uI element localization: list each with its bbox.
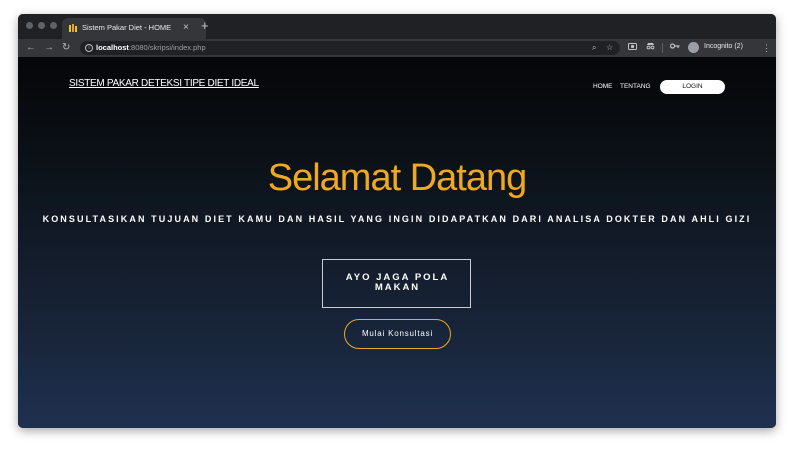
hero-title: Selamat Datang [267, 157, 528, 199]
browser-toolbar: ← → ↻ i localhost:8080/skripsi/index.php… [18, 39, 776, 57]
hero-subtitle: KONSULTASIKAN TUJUAN DIET KAMU DAN HASIL… [42, 214, 752, 224]
site-favicon-icon [69, 24, 77, 32]
close-window-dot[interactable] [26, 22, 33, 29]
browser-menu-icon[interactable]: ⋮ [762, 41, 771, 55]
camera-extension-icon[interactable] [628, 42, 637, 50]
minimize-window-dot[interactable] [38, 22, 45, 29]
back-icon[interactable]: ← [26, 41, 36, 55]
jaga-pola-makan-label: AYO JAGA POLA MAKAN [345, 272, 450, 293]
key-icon[interactable] [670, 42, 680, 50]
toolbar-divider [662, 43, 663, 53]
url-text[interactable]: localhost:8080/skripsi/index.php [96, 43, 206, 52]
login-button[interactable]: LOGIN [660, 80, 725, 94]
url-path: :8080/skripsi/index.php [128, 43, 206, 52]
site-brand-link[interactable]: SISTEM PAKAR DETEKSI TIPE DIET IDEAL [69, 78, 259, 89]
new-tab-icon[interactable]: + [201, 19, 209, 33]
incognito-label[interactable]: Incognito (2) [704, 43, 743, 50]
bookmark-star-icon[interactable]: ☆ [606, 42, 613, 54]
url-host: localhost [96, 43, 129, 52]
incognito-avatar-icon[interactable] [688, 42, 699, 53]
nav-link-home[interactable]: HOME [593, 83, 613, 90]
tab-strip: Sistem Pakar Diet - HOME × + [18, 14, 776, 39]
browser-window: Sistem Pakar Diet - HOME × + ← → ↻ i loc… [18, 14, 776, 428]
web-page: SISTEM PAKAR DETEKSI TIPE DIET IDEAL HOM… [18, 57, 776, 428]
nav-link-tentang[interactable]: TENTANG [620, 83, 651, 90]
maximize-window-dot[interactable] [50, 22, 57, 29]
jaga-pola-makan-button[interactable]: AYO JAGA POLA MAKAN [322, 259, 471, 308]
reload-icon[interactable]: ↻ [62, 41, 70, 55]
address-bar[interactable]: i localhost:8080/skripsi/index.php ⌕ ☆ [80, 41, 620, 55]
tab-title: Sistem Pakar Diet - HOME [82, 23, 172, 32]
browser-tab[interactable]: Sistem Pakar Diet - HOME × [62, 18, 206, 39]
tab-close-icon[interactable]: × [183, 21, 189, 34]
mulai-konsultasi-button[interactable]: Mulai Konsultasi [344, 319, 451, 349]
incognito-extension-icon[interactable] [646, 42, 655, 50]
site-info-icon[interactable]: i [85, 44, 93, 52]
search-icon[interactable]: ⌕ [592, 42, 596, 54]
forward-icon[interactable]: → [44, 41, 54, 55]
